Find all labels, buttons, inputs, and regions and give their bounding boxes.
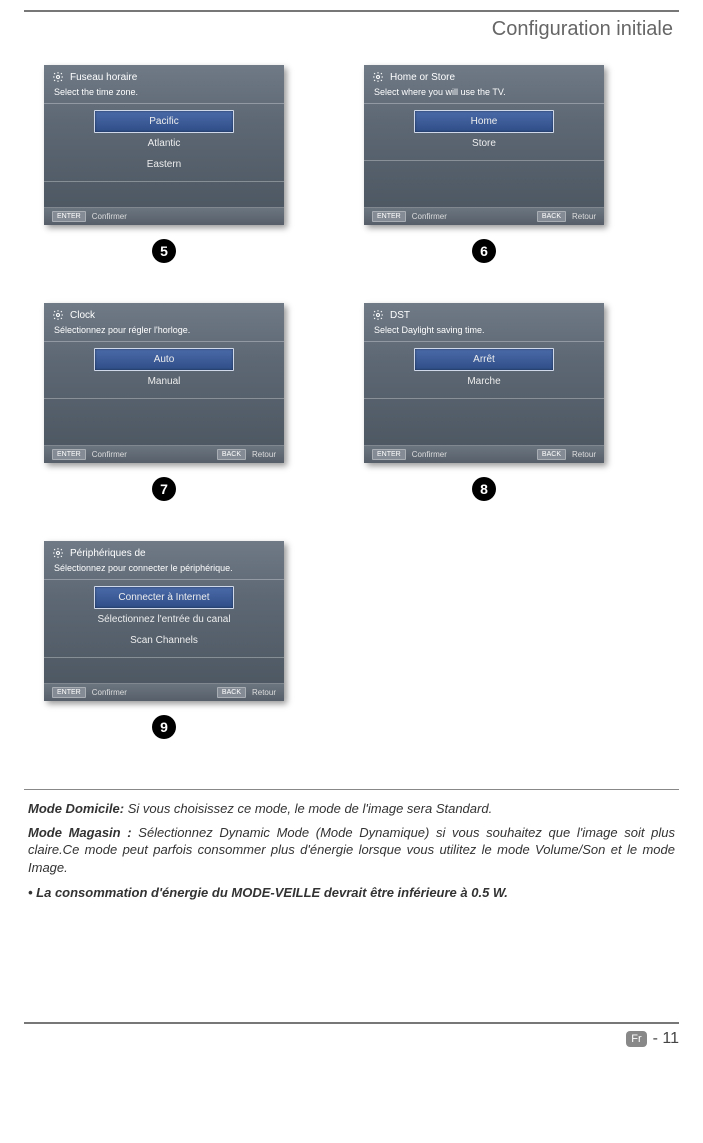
footer-action-label: Confirmer	[92, 450, 127, 459]
enter-keycap: ENTER	[52, 449, 86, 460]
mode-domicile-text: Si vous choisissez ce mode, le mode de l…	[124, 801, 492, 816]
mode-domicile-paragraph: Mode Domicile: Si vous choisissez ce mod…	[28, 800, 675, 818]
step-number-badge: 7	[152, 477, 176, 501]
options-list: AutoManual	[44, 341, 284, 399]
enter-keycap: ENTER	[52, 687, 86, 698]
back-keycap: BACK	[537, 449, 566, 460]
tv-dialog: Fuseau horaireSelect the time zone.Pacif…	[44, 65, 284, 225]
setup-step-6: Home or Store Select where you will use t…	[364, 65, 604, 263]
dialog-subtitle: Sélectionnez pour régler l'horloge.	[44, 323, 284, 341]
footer-action-label: Retour	[252, 450, 276, 459]
option-item[interactable]: Sélectionnez l'entrée du canal	[94, 609, 234, 630]
dialog-footer: ENTER Confirmer BACK Retour	[364, 207, 604, 225]
enter-keycap: ENTER	[372, 449, 406, 460]
options-list: ArrêtMarche	[364, 341, 604, 399]
mode-magasin-label: Mode Magasin :	[28, 825, 132, 840]
dialog-title: Fuseau horaire	[70, 72, 137, 83]
gear-icon	[372, 71, 384, 83]
option-item[interactable]: Home	[414, 110, 554, 133]
mode-magasin-paragraph: Mode Magasin : Sélectionnez Dynamic Mode…	[28, 824, 675, 877]
gear-icon	[52, 547, 64, 559]
option-item[interactable]: Scan Channels	[94, 630, 234, 651]
dialog-footer: ENTER Confirmer BACK Retour	[364, 445, 604, 463]
setup-step-9: Périphériques de Sélectionnez pour connec…	[44, 541, 284, 739]
energy-bullet: • La consommation d'énergie du MODE-VEIL…	[28, 884, 675, 902]
gear-icon	[52, 71, 64, 83]
setup-step-8: DSTSelect Daylight saving time.ArrêtMarc…	[364, 303, 604, 501]
gear-icon	[52, 309, 64, 321]
dialog-title: Home or Store	[390, 72, 455, 83]
option-item[interactable]: Store	[414, 133, 554, 154]
dialog-footer: ENTER Confirmer BACK Retour	[44, 683, 284, 701]
footer-action-label: Confirmer	[412, 212, 447, 221]
dialog-title: DST	[390, 310, 410, 321]
option-item[interactable]: Manual	[94, 371, 234, 392]
step-number-badge: 5	[152, 239, 176, 263]
page-footer: Fr - 11	[24, 1022, 679, 1048]
tv-dialog: Home or Store Select where you will use t…	[364, 65, 604, 225]
setup-step-7: Clock Sélectionnez pour régler l'horloge.…	[44, 303, 284, 501]
enter-keycap: ENTER	[372, 211, 406, 222]
dialog-subtitle: Select the time zone.	[44, 85, 284, 103]
footer-action-label: Retour	[252, 688, 276, 697]
enter-keycap: ENTER	[52, 211, 86, 222]
back-keycap: BACK	[537, 211, 566, 222]
dialog-footer: ENTER Confirmer BACK Retour	[44, 445, 284, 463]
options-list: Connecter à InternetSélectionnez l'entré…	[44, 579, 284, 658]
option-item[interactable]: Arrêt	[414, 348, 554, 371]
step-number-badge: 9	[152, 715, 176, 739]
footer-action-label: Retour	[572, 212, 596, 221]
option-item[interactable]: Eastern	[94, 154, 234, 175]
footer-action-label: Confirmer	[92, 212, 127, 221]
option-item[interactable]: Connecter à Internet	[94, 586, 234, 609]
footer-action-label: Confirmer	[92, 688, 127, 697]
dialog-subtitle: Sélectionnez pour connecter le périphéri…	[44, 561, 284, 579]
dialog-subtitle: Select Daylight saving time.	[364, 323, 604, 341]
body-text-section: Mode Domicile: Si vous choisissez ce mod…	[24, 789, 679, 902]
page-header-title: Configuration initiale	[24, 12, 679, 45]
back-keycap: BACK	[217, 687, 246, 698]
dialog-subtitle: Select where you will use the TV.	[364, 85, 604, 103]
dialog-title: Périphériques de	[70, 548, 146, 559]
option-item[interactable]: Marche	[414, 371, 554, 392]
page-number: - 11	[653, 1030, 679, 1048]
lang-badge: Fr	[626, 1031, 646, 1047]
tv-dialog: Périphériques de Sélectionnez pour connec…	[44, 541, 284, 701]
step-number-badge: 6	[472, 239, 496, 263]
gear-icon	[372, 309, 384, 321]
footer-action-label: Confirmer	[412, 450, 447, 459]
options-list: HomeStore	[364, 103, 604, 161]
step-number-badge: 8	[472, 477, 496, 501]
dialog-title: Clock	[70, 310, 95, 321]
footer-action-label: Retour	[572, 450, 596, 459]
option-item[interactable]: Auto	[94, 348, 234, 371]
dialog-footer: ENTER Confirmer	[44, 207, 284, 225]
option-item[interactable]: Pacific	[94, 110, 234, 133]
back-keycap: BACK	[217, 449, 246, 460]
tv-dialog: DSTSelect Daylight saving time.ArrêtMarc…	[364, 303, 604, 463]
tv-dialog: Clock Sélectionnez pour régler l'horloge.…	[44, 303, 284, 463]
option-item[interactable]: Atlantic	[94, 133, 234, 154]
setup-step-5: Fuseau horaireSelect the time zone.Pacif…	[44, 65, 284, 263]
mode-domicile-label: Mode Domicile:	[28, 801, 124, 816]
options-list: PacificAtlanticEastern	[44, 103, 284, 182]
